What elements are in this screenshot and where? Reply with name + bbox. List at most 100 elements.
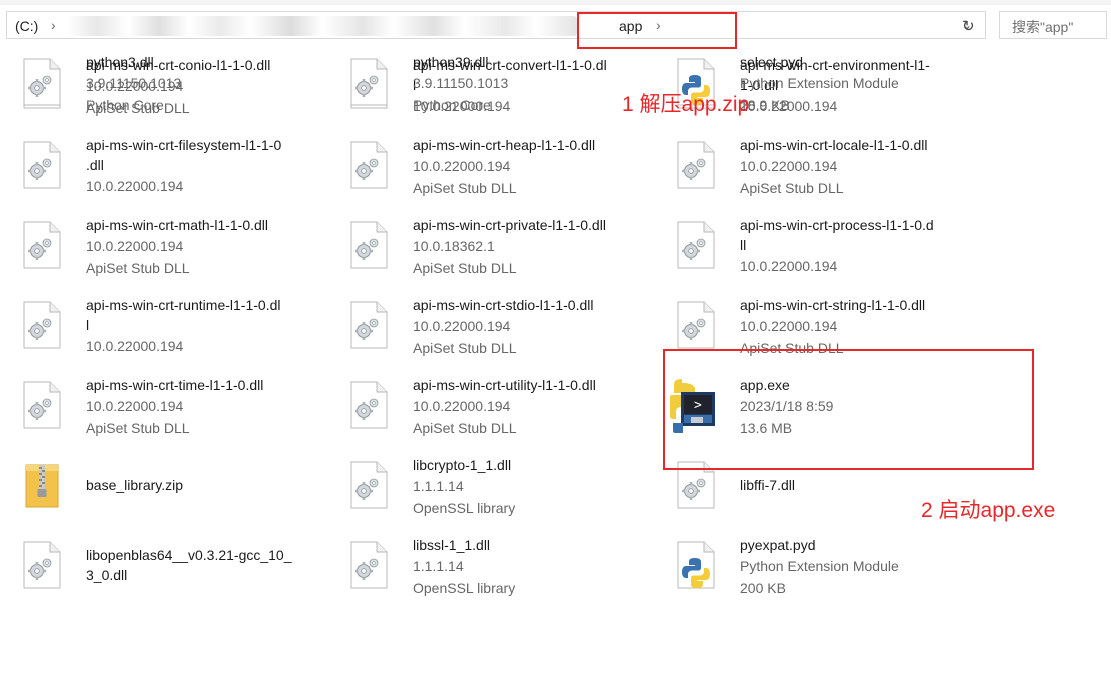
file-item[interactable]: api-ms-win-crt-locale-l1-1-0.dll 10.0.220… xyxy=(654,131,974,211)
dll-icon xyxy=(349,221,389,269)
breadcrumb-separator[interactable]: › xyxy=(51,17,56,33)
file-item[interactable]: api-ms-win-crt-stdio-l1-1-0.dll 10.0.2200… xyxy=(327,291,647,371)
file-name: libcrypto-1_1.dll xyxy=(413,457,512,473)
file-item[interactable]: python39.dll 3.9.11150.1013 Python Core xyxy=(327,48,647,128)
dll-icon xyxy=(676,221,716,269)
file-info: libffi-7.dll xyxy=(740,475,980,495)
dll-icon xyxy=(22,221,62,269)
file-info: libssl-1_1.dll 1.1.1.14 OpenSSL library xyxy=(413,535,653,599)
file-name: python39.dll xyxy=(413,54,489,70)
file-info: libcrypto-1_1.dll 1.1.1.14 OpenSSL library xyxy=(413,455,653,519)
file-item[interactable]: api-ms-win-crt-filesystem-l1-1-0 .dll 10.… xyxy=(0,131,320,211)
file-name: select.pyd xyxy=(740,54,804,70)
file-name: libopenblas64__v0.3.21-gcc_10_ 3_0.dll xyxy=(86,547,292,583)
annotation-step2-text: 2 启动app.exe xyxy=(921,499,1056,522)
file-detail-secondary: ApiSet Stub DLL xyxy=(740,180,844,196)
file-detail-primary: 10.0.22000.194 xyxy=(740,258,838,274)
dll-icon xyxy=(349,301,389,349)
file-detail-primary: Python Extension Module xyxy=(740,75,899,91)
file-detail-secondary: ApiSet Stub DLL xyxy=(413,260,517,276)
file-detail-secondary: Python Core xyxy=(86,97,164,113)
file-name: base_library.zip xyxy=(86,477,184,493)
file-info: api-ms-win-crt-time-l1-1-0.dll 10.0.22000… xyxy=(86,375,326,439)
file-item[interactable]: base_library.zip xyxy=(0,451,320,531)
file-detail-secondary: OpenSSL library xyxy=(413,500,516,516)
file-detail-primary: 10.0.22000.194 xyxy=(86,338,184,354)
file-item[interactable]: api-ms-win-crt-runtime-l1-1-0.dl l 10.0.2… xyxy=(0,291,320,371)
file-detail-secondary: ApiSet Stub DLL xyxy=(86,260,190,276)
dll-icon xyxy=(22,541,62,589)
annotation-box-folder xyxy=(577,12,737,49)
search-placeholder: 搜索"app" xyxy=(1012,19,1074,35)
file-info: libopenblas64__v0.3.21-gcc_10_ 3_0.dll xyxy=(86,545,326,585)
breadcrumb[interactable]: (C:) › app › ⌄ xyxy=(6,11,986,39)
refresh-icon[interactable]: ↻ xyxy=(962,17,975,35)
file-name: api-ms-win-crt-heap-l1-1-0.dll xyxy=(413,137,596,153)
file-detail-primary: 1.1.1.14 xyxy=(413,558,464,574)
dll-icon xyxy=(22,301,62,349)
file-item[interactable]: libssl-1_1.dll 1.1.1.14 OpenSSL library xyxy=(327,531,647,611)
dll-icon xyxy=(22,141,62,189)
file-name: api-ms-win-crt-time-l1-1-0.dll xyxy=(86,377,264,393)
file-info: base_library.zip xyxy=(86,475,326,495)
file-item[interactable]: python3.dll 3.9.11150.1013 Python Core xyxy=(0,48,320,128)
dll-icon xyxy=(349,541,389,589)
annotation-box-app-exe xyxy=(663,349,1034,470)
file-name: libssl-1_1.dll xyxy=(413,537,491,553)
top-strip xyxy=(0,0,1111,5)
file-info: api-ms-win-crt-runtime-l1-1-0.dl l 10.0.2… xyxy=(86,295,326,357)
file-detail-secondary: ApiSet Stub DLL xyxy=(413,420,517,436)
file-info: python39.dll 3.9.11150.1013 Python Core xyxy=(413,52,653,116)
dll-icon xyxy=(349,381,389,429)
file-item[interactable]: libopenblas64__v0.3.21-gcc_10_ 3_0.dll xyxy=(0,531,320,611)
file-detail-primary: 10.0.22000.194 xyxy=(413,398,511,414)
file-detail-primary: 3.9.11150.1013 xyxy=(86,75,182,91)
file-info: select.pyd Python Extension Module 28.9 KB xyxy=(740,52,980,116)
file-name: api-ms-win-crt-utility-l1-1-0.dll xyxy=(413,377,596,393)
breadcrumb-drive[interactable]: (C:) xyxy=(15,18,38,34)
dll-icon xyxy=(22,381,62,429)
file-info: api-ms-win-crt-process-l1-1-0.d ll 10.0.2… xyxy=(740,215,980,277)
dll-icon xyxy=(676,301,716,349)
file-info: api-ms-win-crt-heap-l1-1-0.dll 10.0.22000… xyxy=(413,135,653,199)
file-name: python3.dll xyxy=(86,54,154,70)
dll-icon xyxy=(349,461,389,509)
file-detail-primary: 10.0.18362.1 xyxy=(413,238,495,254)
file-name: libffi-7.dll xyxy=(740,477,795,493)
file-item[interactable]: api-ms-win-crt-heap-l1-1-0.dll 10.0.22000… xyxy=(327,131,647,211)
file-item[interactable]: pyexpat.pyd Python Extension Module 200 KB xyxy=(654,531,974,611)
file-item[interactable]: api-ms-win-crt-utility-l1-1-0.dll 10.0.22… xyxy=(327,371,647,451)
address-bar: (C:) › app › ⌄ ↻ 搜索"app" xyxy=(0,0,1111,48)
dll-icon xyxy=(349,58,389,106)
python-file-icon xyxy=(676,541,716,589)
file-name: api-ms-win-crt-string-l1-1-0.dll xyxy=(740,297,926,313)
file-item[interactable]: api-ms-win-crt-process-l1-1-0.d ll 10.0.2… xyxy=(654,211,974,291)
file-item[interactable]: api-ms-win-crt-private-l1-1-0.dll 10.0.18… xyxy=(327,211,647,291)
file-detail-primary: 10.0.22000.194 xyxy=(740,158,838,174)
file-detail-secondary: ApiSet Stub DLL xyxy=(413,180,517,196)
file-detail-primary: Python Extension Module xyxy=(740,558,899,574)
file-detail-secondary: 28.9 KB xyxy=(740,97,790,113)
file-info: api-ms-win-crt-private-l1-1-0.dll 10.0.18… xyxy=(413,215,653,279)
breadcrumb-obscured xyxy=(67,16,577,36)
file-item[interactable]: api-ms-win-crt-time-l1-1-0.dll 10.0.22000… xyxy=(0,371,320,451)
file-detail-secondary: ApiSet Stub DLL xyxy=(413,340,517,356)
file-name: api-ms-win-crt-math-l1-1-0.dll xyxy=(86,217,269,233)
file-info: api-ms-win-crt-stdio-l1-1-0.dll 10.0.2200… xyxy=(413,295,653,359)
file-detail-primary: 10.0.22000.194 xyxy=(413,318,511,334)
file-detail-secondary: Python Core xyxy=(413,97,491,113)
search-input[interactable]: 搜索"app" xyxy=(999,11,1107,39)
file-name: api-ms-win-crt-process-l1-1-0.d ll xyxy=(740,217,934,253)
file-name: api-ms-win-crt-filesystem-l1-1-0 .dll xyxy=(86,137,282,173)
zip-folder-icon xyxy=(22,461,62,509)
file-detail-primary: 10.0.22000.194 xyxy=(740,318,838,334)
file-info: pyexpat.pyd Python Extension Module 200 KB xyxy=(740,535,980,599)
file-info: python3.dll 3.9.11150.1013 Python Core xyxy=(86,52,326,116)
file-detail-secondary: OpenSSL library xyxy=(413,580,516,596)
dll-icon xyxy=(676,141,716,189)
file-item[interactable]: libcrypto-1_1.dll 1.1.1.14 OpenSSL library xyxy=(327,451,647,531)
file-name: api-ms-win-crt-runtime-l1-1-0.dl l xyxy=(86,297,281,333)
file-name: api-ms-win-crt-locale-l1-1-0.dll xyxy=(740,137,928,153)
file-item[interactable]: api-ms-win-crt-math-l1-1-0.dll 10.0.22000… xyxy=(0,211,320,291)
file-detail-primary: 1.1.1.14 xyxy=(413,478,464,494)
